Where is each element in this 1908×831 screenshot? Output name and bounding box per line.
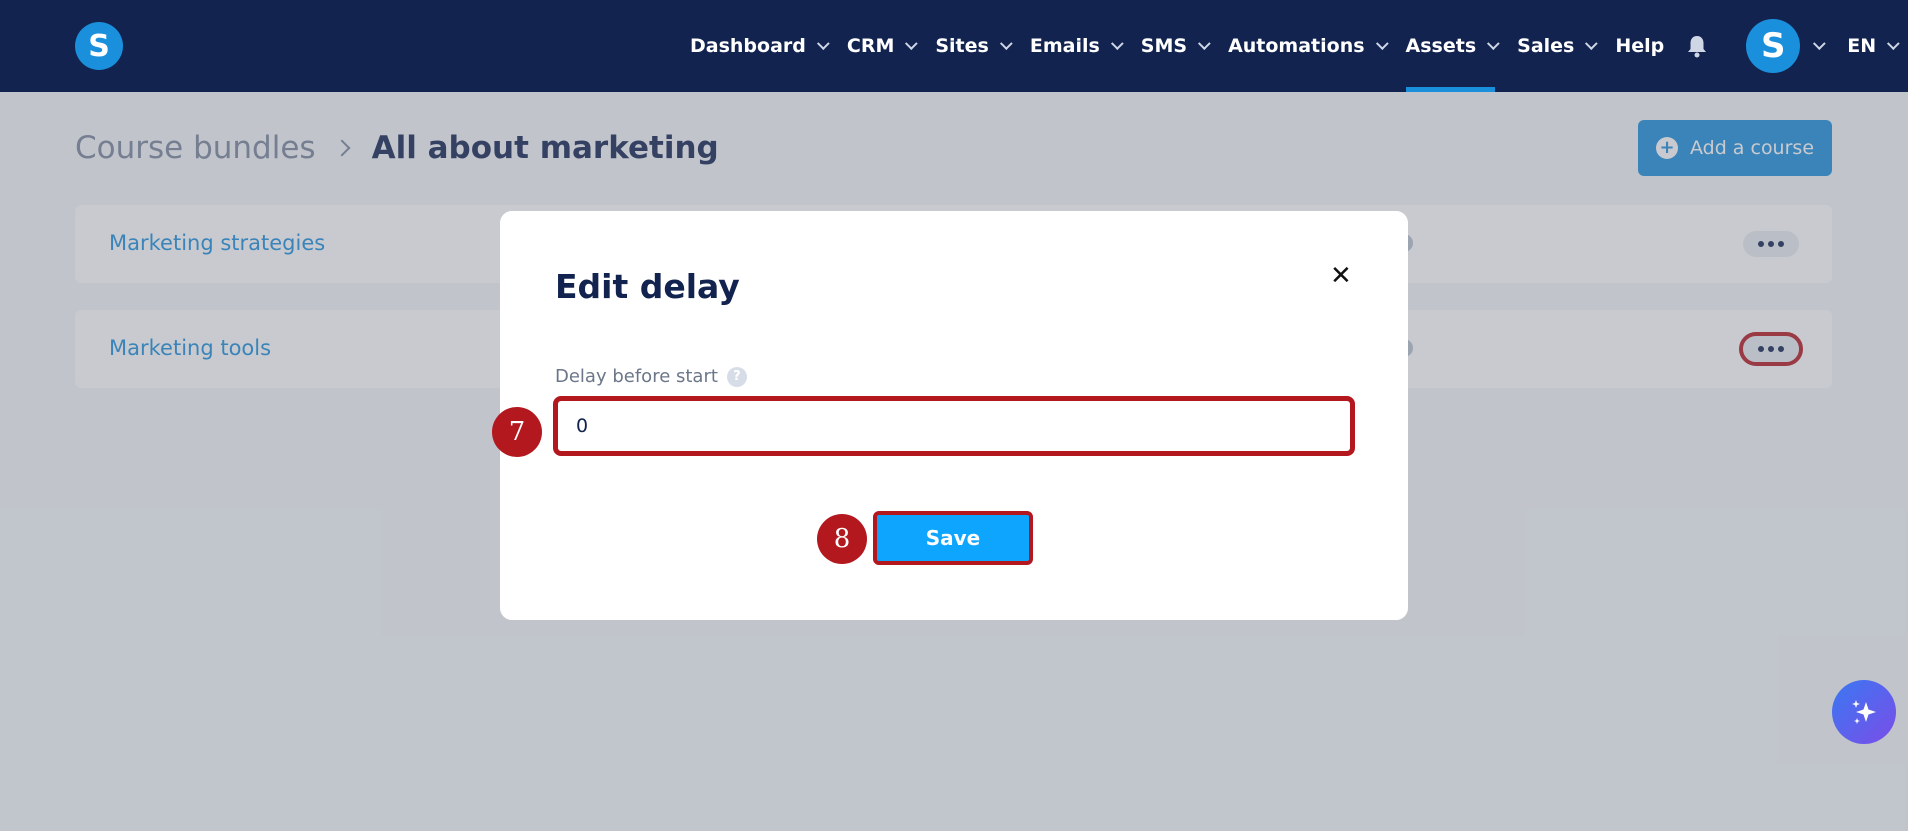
chevron-down-icon (1198, 36, 1211, 50)
nav-label: Assets (1405, 35, 1477, 57)
main-nav: Dashboard CRM Sites Emails SMS Automatio… (690, 0, 1908, 92)
nav-label: Sites (935, 35, 989, 57)
language-selector[interactable]: EN (1847, 0, 1900, 92)
help-icon[interactable]: ? (726, 366, 747, 387)
chevron-down-icon (1887, 36, 1900, 50)
sparkle-icon (1852, 700, 1876, 724)
nav-label: SMS (1140, 35, 1188, 57)
top-navbar: S Dashboard CRM Sites Emails SMS Automat… (0, 0, 1908, 92)
nav-item-sales[interactable]: Sales (1517, 0, 1599, 92)
chevron-down-icon (999, 36, 1013, 50)
delay-field-label: Delay before start ? (555, 366, 747, 387)
edit-delay-modal: Edit delay ✕ Delay before start ? Save (500, 211, 1408, 620)
delay-label-text: Delay before start (555, 366, 718, 387)
nav-label: Sales (1517, 35, 1575, 57)
nav-item-dashboard[interactable]: Dashboard (690, 0, 830, 92)
chevron-down-icon[interactable] (1813, 36, 1826, 50)
nav-item-sites[interactable]: Sites (935, 0, 1013, 92)
nav-item-automations[interactable]: Automations (1228, 0, 1389, 92)
nav-item-sms[interactable]: SMS (1140, 0, 1211, 92)
step-badge: 8 (817, 514, 867, 564)
nav-label: Emails (1029, 35, 1100, 57)
chevron-down-icon (1375, 36, 1389, 50)
language-label: EN (1847, 35, 1877, 57)
app-logo[interactable]: S (75, 22, 123, 70)
nav-label: Dashboard (690, 35, 806, 57)
ai-assistant-button[interactable] (1832, 680, 1896, 744)
nav-label: Help (1615, 35, 1665, 57)
chevron-down-icon (816, 36, 830, 50)
chevron-down-icon (1487, 36, 1500, 50)
chevron-down-icon (1110, 36, 1124, 50)
delay-input[interactable] (576, 415, 1350, 437)
modal-title: Edit delay (555, 267, 740, 306)
chevron-down-icon (1585, 36, 1599, 50)
bell-icon[interactable] (1686, 34, 1708, 58)
chevron-down-icon (905, 36, 919, 50)
avatar[interactable]: S (1746, 19, 1801, 73)
close-icon[interactable]: ✕ (1330, 263, 1352, 289)
save-button[interactable]: Save (873, 511, 1033, 565)
nav-item-help[interactable]: Help (1615, 0, 1664, 92)
nav-label: Automations (1228, 35, 1365, 57)
nav-item-assets[interactable]: Assets (1405, 0, 1500, 92)
delay-input-wrapper (553, 396, 1355, 456)
nav-item-emails[interactable]: Emails (1029, 0, 1124, 92)
nav-item-crm[interactable]: CRM (846, 0, 919, 92)
nav-label: CRM (846, 35, 895, 57)
step-badge: 7 (492, 407, 542, 457)
